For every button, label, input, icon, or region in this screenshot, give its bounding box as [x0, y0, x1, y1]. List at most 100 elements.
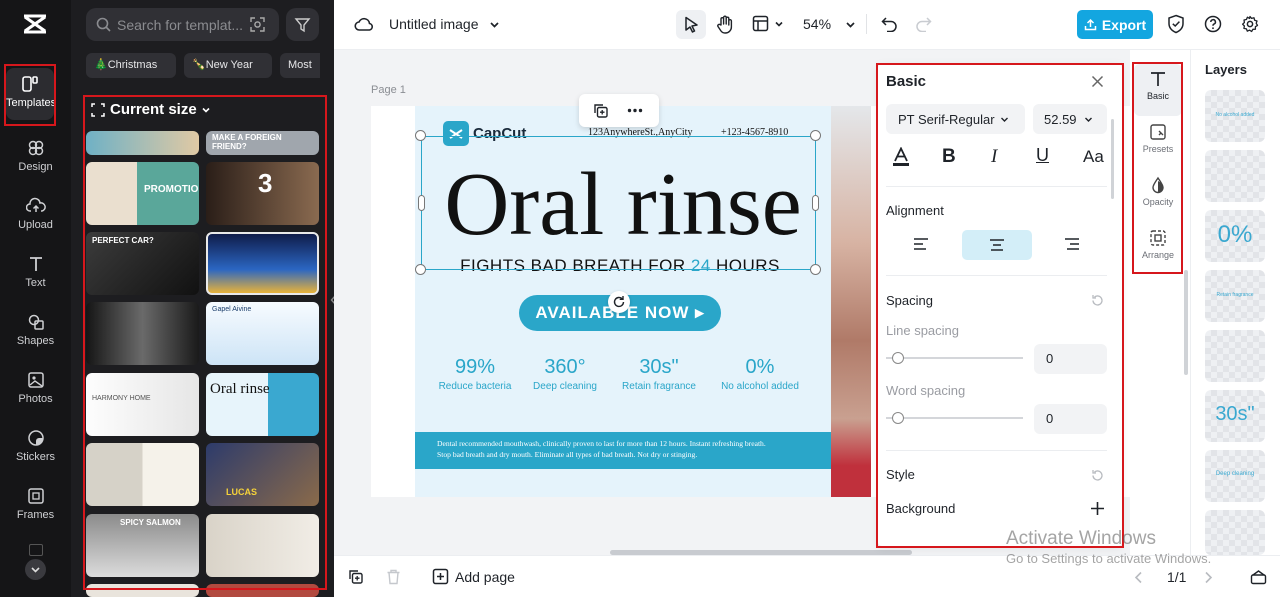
stat[interactable]: 360° Deep cleaning: [525, 356, 605, 392]
text-case-icon[interactable]: Aa: [1083, 147, 1104, 167]
chip-christmas[interactable]: 🎄Christmas: [86, 53, 176, 78]
template-thumb[interactable]: MAKE A FOREIGN FRIEND?: [206, 131, 319, 155]
add-page-button[interactable]: Add page: [432, 568, 515, 585]
italic-icon[interactable]: I: [991, 146, 997, 168]
layer-item[interactable]: No alcohol added: [1205, 90, 1265, 142]
section-header[interactable]: Current size: [91, 101, 211, 118]
template-thumb[interactable]: Oral rinse: [206, 373, 319, 436]
rotate-handle[interactable]: [608, 291, 630, 313]
shield-icon[interactable]: [1167, 14, 1185, 34]
undo-icon[interactable]: [881, 16, 898, 32]
slider-thumb[interactable]: [892, 352, 904, 364]
template-thumb[interactable]: [206, 514, 319, 577]
resize-handle[interactable]: [812, 195, 819, 211]
layer-item[interactable]: 30s": [1205, 390, 1265, 442]
redo-icon[interactable]: [915, 16, 932, 32]
stat[interactable]: 30s" Retain fragrance: [614, 356, 704, 392]
template-thumb[interactable]: PROMOTION: [86, 162, 199, 225]
rail-item-templates[interactable]: Templates: [6, 68, 56, 120]
add-icon[interactable]: [1090, 501, 1105, 516]
align-right-icon[interactable]: [1064, 237, 1080, 251]
template-thumb[interactable]: [206, 232, 319, 295]
resize-handle[interactable]: [418, 195, 425, 211]
gear-icon[interactable]: [1241, 15, 1259, 33]
template-thumb[interactable]: PERFECT CAR?: [86, 232, 199, 295]
search-box[interactable]: Search for templat...: [86, 8, 279, 41]
resize-handle[interactable]: [415, 130, 426, 141]
chevron-left-icon[interactable]: [1134, 571, 1143, 584]
template-thumb[interactable]: [86, 584, 199, 597]
image-search-icon[interactable]: [249, 16, 266, 33]
line-spacing-slider[interactable]: [886, 357, 1023, 359]
layers-scrollbar[interactable]: [1184, 270, 1188, 375]
side-tab-arrange[interactable]: Arrange: [1134, 223, 1182, 275]
model-photo[interactable]: [831, 106, 871, 497]
side-tab-opacity[interactable]: Opacity: [1134, 170, 1182, 222]
template-thumb[interactable]: [86, 302, 199, 365]
text-color-icon[interactable]: [892, 147, 910, 167]
layer-item[interactable]: [1205, 510, 1265, 555]
template-thumb[interactable]: LUCAS: [206, 443, 319, 506]
rail-item-photos[interactable]: Photos: [0, 364, 71, 416]
template-thumb[interactable]: [86, 443, 199, 506]
layer-item[interactable]: [1205, 150, 1265, 202]
template-thumb[interactable]: [206, 584, 319, 597]
cloud-icon[interactable]: [354, 15, 374, 35]
layer-item[interactable]: Retain fragrance: [1205, 270, 1265, 322]
stat[interactable]: 99% Reduce bacteria: [435, 356, 515, 392]
rail-item-frames[interactable]: Frames: [0, 480, 71, 532]
rail-item-text[interactable]: Text: [0, 248, 71, 300]
footer-banner[interactable]: Dental recommended mouthwash, clinically…: [415, 432, 831, 469]
doc-title-menu[interactable]: Untitled image: [389, 16, 500, 32]
align-left-icon[interactable]: [913, 237, 929, 251]
stat[interactable]: 0% No alcohol added: [715, 356, 805, 392]
layout-menu[interactable]: [752, 15, 784, 32]
capcut-logo-icon[interactable]: [22, 12, 48, 36]
resize-handle[interactable]: [810, 130, 821, 141]
duplicate-icon[interactable]: [593, 103, 609, 119]
search-input[interactable]: Search for templat...: [117, 17, 243, 33]
more-apps-icon[interactable]: [29, 544, 43, 556]
underline-icon[interactable]: U: [1036, 145, 1049, 166]
reset-icon[interactable]: [1091, 469, 1104, 482]
bold-icon[interactable]: B: [942, 146, 956, 168]
template-thumb[interactable]: HARMONY HOME: [86, 373, 199, 436]
font-family-select[interactable]: PT Serif-Regular: [886, 104, 1025, 134]
slider-thumb[interactable]: [892, 412, 904, 424]
resize-handle[interactable]: [415, 264, 426, 275]
line-spacing-input[interactable]: 0: [1034, 344, 1107, 374]
collapse-rail-button[interactable]: [25, 559, 46, 580]
chip-new-year[interactable]: 🍾New Year: [184, 53, 272, 78]
rail-item-upload[interactable]: Upload: [0, 190, 71, 242]
reset-icon[interactable]: [1091, 294, 1104, 307]
select-tool-button[interactable]: [676, 10, 706, 39]
layer-item[interactable]: 0%: [1205, 210, 1265, 262]
rail-item-design[interactable]: Design: [0, 132, 71, 184]
chevron-right-icon[interactable]: [1204, 571, 1213, 584]
word-spacing-input[interactable]: 0: [1034, 404, 1107, 434]
layer-item[interactable]: [1205, 330, 1265, 382]
align-center-button[interactable]: [962, 230, 1032, 260]
duplicate-page-icon[interactable]: [348, 569, 364, 585]
help-icon[interactable]: [1204, 15, 1222, 33]
side-tab-presets[interactable]: Presets: [1134, 117, 1182, 169]
filter-button[interactable]: [286, 8, 319, 41]
template-thumb[interactable]: SPICY SALMON: [86, 514, 199, 577]
export-button[interactable]: Export: [1077, 10, 1153, 39]
trash-icon[interactable]: [386, 569, 401, 585]
layer-item[interactable]: Deep cleaning: [1205, 450, 1265, 502]
vertical-scrollbar[interactable]: [1111, 119, 1114, 199]
font-size-select[interactable]: 52.59: [1033, 104, 1107, 134]
resize-handle[interactable]: [810, 264, 821, 275]
side-tab-basic[interactable]: Basic: [1134, 64, 1182, 116]
rail-item-shapes[interactable]: Shapes: [0, 306, 71, 358]
template-thumb[interactable]: [86, 131, 199, 155]
more-options-icon[interactable]: [627, 108, 643, 113]
template-thumb[interactable]: Gapel Aivine: [206, 302, 319, 365]
hand-tool-icon[interactable]: [716, 15, 734, 34]
chip-most[interactable]: Most: [280, 53, 320, 78]
zoom-menu[interactable]: 54%: [803, 16, 856, 32]
word-spacing-slider[interactable]: [886, 417, 1023, 419]
close-icon[interactable]: [1091, 75, 1104, 88]
rail-item-stickers[interactable]: Stickers: [0, 422, 71, 474]
